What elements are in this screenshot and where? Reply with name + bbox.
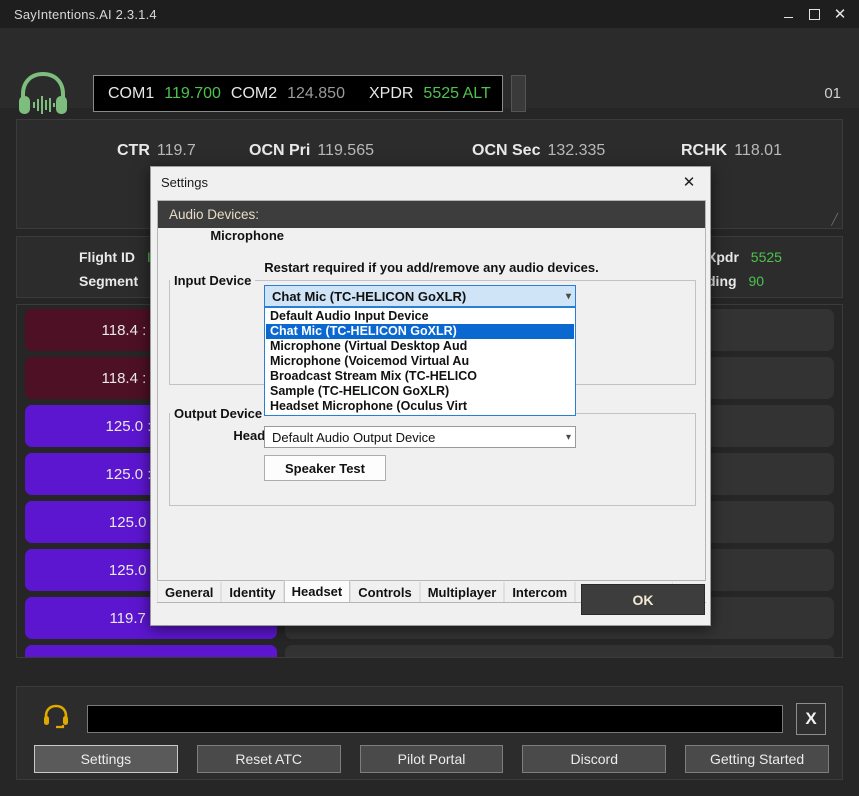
microphone-dropdown-list[interactable]: Default Audio Input Device Chat Mic (TC-… (264, 307, 576, 416)
radio-volume-slider[interactable] (511, 75, 526, 112)
toolbar-button-row: Settings Reset ATC Pilot Portal Discord … (34, 745, 829, 773)
list-item[interactable]: 119.7 : Brisbane Center Brisbane Center,… (25, 644, 834, 658)
message-chip[interactable]: 119.7 : Brisbane Center (25, 645, 277, 658)
dropdown-option[interactable]: Sample (TC-HELICON GoXLR) (266, 384, 574, 399)
audio-devices-header: Audio Devices: (158, 201, 705, 228)
headset-mic-icon (41, 703, 71, 736)
ok-button[interactable]: OK (581, 584, 705, 615)
clear-button[interactable]: X (796, 703, 826, 735)
minimize-icon[interactable] (775, 0, 801, 28)
tab-general[interactable]: General (157, 582, 221, 602)
dropdown-option-selected[interactable]: Chat Mic (TC-HELICON GoXLR) (266, 324, 574, 339)
chevron-down-icon: ▾ (566, 291, 571, 302)
freq-label: RCHK (681, 142, 727, 160)
tab-intercom[interactable]: Intercom (504, 582, 575, 602)
xpdr-row: Xpdr 5525 (707, 249, 782, 265)
dropdown-option[interactable]: Microphone (Virtual Desktop Aud (266, 339, 574, 354)
command-input[interactable] (87, 705, 783, 733)
freq-label: CTR (117, 142, 150, 160)
dropdown-option[interactable]: Default Audio Input Device (266, 309, 574, 324)
xpdr-label: XPDR (369, 85, 413, 103)
microphone-value: Chat Mic (TC-HELICON GoXLR) (272, 289, 466, 304)
tab-controls[interactable]: Controls (350, 582, 419, 602)
bottom-toolbar: X Settings Reset ATC Pilot Portal Discor… (16, 686, 843, 780)
message-body: Brisbane Center, Roger. (285, 645, 834, 658)
freq-label: OCN Sec (472, 142, 540, 160)
getting-started-button[interactable]: Getting Started (685, 745, 829, 773)
freq-label: OCN Pri (249, 142, 310, 160)
heading-label: ding (707, 273, 737, 289)
com2-value: 124.850 (287, 85, 345, 103)
dropdown-option[interactable]: Headset Microphone (Oculus Virt (266, 399, 574, 414)
output-device-group: Output Device (169, 406, 696, 506)
headset-combobox[interactable]: Default Audio Output Device ▾ (264, 426, 576, 448)
dialog-body: Audio Devices: Restart required if you a… (157, 200, 706, 581)
dialog-close-icon[interactable]: ✕ (672, 167, 706, 197)
freq-value: 118.01 (734, 142, 782, 160)
application-window: SayIntentions.AI 2.3.1.4 ✕ COM1 (0, 0, 859, 796)
com2-label: COM2 (231, 85, 277, 103)
xpdr-info-label: Xpdr (707, 249, 739, 265)
window-controls: ✕ (775, 0, 859, 28)
tab-identity[interactable]: Identity (221, 582, 283, 602)
tab-headset[interactable]: Headset (284, 580, 351, 602)
dropdown-option[interactable]: Broadcast Stream Mix (TC-HELICO (266, 369, 574, 384)
xpdr-value: 5525 ALT (423, 85, 490, 103)
flight-id-label: Flight ID (79, 249, 135, 265)
microphone-combobox[interactable]: Chat Mic (TC-HELICON GoXLR) ▾ (264, 285, 576, 307)
headset-logo-icon (17, 70, 69, 123)
radio-bar: COM1 119.700 COM2 124.850 XPDR 5525 ALT … (0, 28, 859, 108)
headset-value: Default Audio Output Device (272, 430, 435, 445)
settings-dialog: Settings ✕ Audio Devices: Restart requir… (150, 166, 711, 626)
message-counter: 01 (824, 85, 841, 102)
radio-frequency-display[interactable]: COM1 119.700 COM2 124.850 XPDR 5525 ALT (93, 75, 503, 112)
freq-cell-rchk: RCHK 118.01 (681, 142, 782, 160)
heading-row: ding 90 (707, 273, 764, 289)
com1-label: COM1 (108, 85, 154, 103)
freq-cell-ctr: CTR 119.7 (117, 142, 196, 160)
app-title: SayIntentions.AI 2.3.1.4 (14, 7, 157, 22)
input-device-legend: Input Device (170, 273, 255, 288)
reset-atc-button[interactable]: Reset ATC (197, 745, 341, 773)
resize-grip-icon[interactable]: ╱ (831, 213, 838, 226)
title-bar: SayIntentions.AI 2.3.1.4 ✕ (0, 0, 859, 28)
tab-multiplayer[interactable]: Multiplayer (420, 582, 505, 602)
freq-value: 119.565 (317, 142, 374, 160)
freq-cell-ocn-pri: OCN Pri 119.565 (249, 142, 374, 160)
maximize-icon[interactable] (801, 0, 827, 28)
dialog-title: Settings (161, 175, 208, 190)
segment-label: Segment (79, 273, 138, 289)
microphone-label: Microphone (184, 228, 284, 243)
settings-button[interactable]: Settings (34, 745, 178, 773)
heading-value: 90 (748, 273, 764, 289)
speaker-test-button[interactable]: Speaker Test (264, 455, 386, 481)
freq-value: 132.335 (547, 142, 605, 160)
output-device-legend: Output Device (170, 406, 266, 421)
com1-value: 119.700 (164, 85, 221, 103)
freq-value: 119.7 (157, 142, 196, 160)
xpdr-info-value: 5525 (751, 249, 782, 265)
dialog-title-bar: Settings ✕ (151, 167, 710, 197)
discord-button[interactable]: Discord (522, 745, 666, 773)
freq-cell-ocn-sec: OCN Sec 132.335 (472, 142, 605, 160)
close-icon[interactable]: ✕ (827, 0, 853, 28)
dropdown-option[interactable]: Microphone (Voicemod Virtual Au (266, 354, 574, 369)
chevron-down-icon: ▾ (566, 432, 571, 443)
pilot-portal-button[interactable]: Pilot Portal (360, 745, 504, 773)
